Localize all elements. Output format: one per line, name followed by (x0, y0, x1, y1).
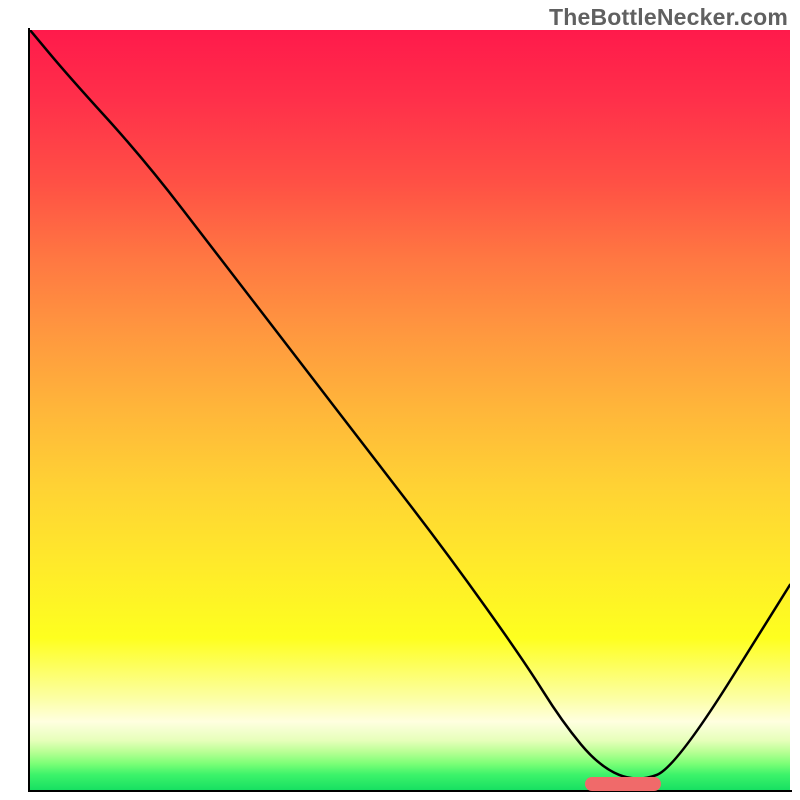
bottleneck-curve (30, 30, 790, 779)
plot-area (30, 30, 790, 790)
x-axis (28, 790, 792, 792)
watermark-text: TheBottleNecker.com (549, 4, 788, 31)
curve-svg (30, 30, 790, 790)
optimal-range-marker (585, 777, 661, 791)
chart-container: TheBottleNecker.com (0, 0, 800, 800)
